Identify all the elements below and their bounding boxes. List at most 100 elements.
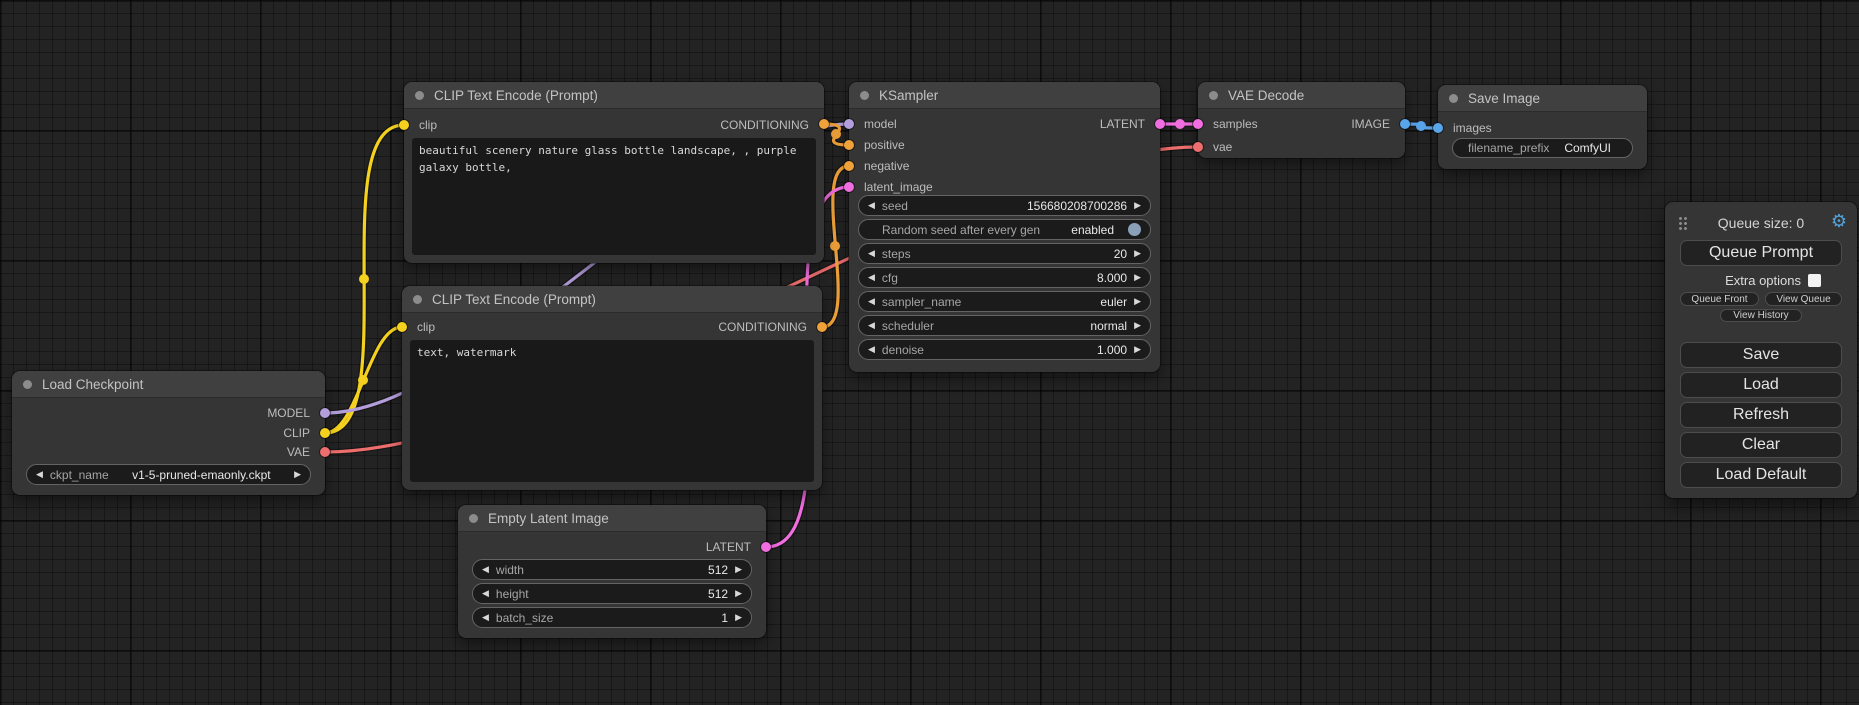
load-default-button[interactable]: Load Default (1680, 462, 1842, 488)
input-port-latent-image[interactable] (844, 182, 854, 192)
increment-arrow-icon[interactable]: ▶ (1134, 345, 1141, 354)
output-label-vae: VAE (287, 446, 310, 458)
positive-prompt-textarea[interactable]: beautiful scenery nature glass bottle la… (412, 138, 816, 255)
settings-gear-icon[interactable]: ⚙ (1831, 211, 1847, 231)
input-port-samples[interactable] (1193, 119, 1203, 129)
node-title: CLIP Text Encode (Prompt) (432, 292, 596, 307)
increment-arrow-icon[interactable]: ▶ (1134, 297, 1141, 306)
output-label-image: IMAGE (1351, 118, 1390, 130)
input-port-model[interactable] (844, 119, 854, 129)
node-clip-text-encode-negative: CLIP Text Encode (Prompt) clip CONDITION… (402, 286, 822, 490)
output-port-clip[interactable] (320, 428, 330, 438)
output-port-vae[interactable] (320, 447, 330, 457)
input-port-negative[interactable] (844, 161, 854, 171)
decrement-arrow-icon[interactable]: ◀ (868, 345, 875, 354)
widget-sampler-name[interactable]: ◀ sampler_name euler ▶ (858, 291, 1151, 312)
node-titlebar[interactable]: VAE Decode (1198, 82, 1405, 109)
collapse-dot-icon[interactable] (1209, 91, 1218, 100)
widget-filename-prefix[interactable]: filename_prefix ComfyUI (1452, 138, 1633, 158)
collapse-dot-icon[interactable] (469, 514, 478, 523)
view-history-button[interactable]: View History (1720, 309, 1802, 322)
node-titlebar[interactable]: Empty Latent Image (458, 505, 766, 532)
node-empty-latent-image: Empty Latent Image LATENT ◀ width 512 ▶ … (458, 505, 766, 638)
decrement-arrow-icon[interactable]: ◀ (868, 249, 875, 258)
node-title: Load Checkpoint (42, 377, 143, 392)
refresh-button[interactable]: Refresh (1680, 402, 1842, 428)
widget-steps[interactable]: ◀ steps 20 ▶ (858, 243, 1151, 264)
widget-width[interactable]: ◀ width 512 ▶ (472, 559, 752, 580)
increment-arrow-icon[interactable]: ▶ (735, 565, 742, 574)
decrement-arrow-icon[interactable]: ◀ (482, 565, 489, 574)
input-label-samples: samples (1213, 118, 1258, 130)
node-title: VAE Decode (1228, 88, 1304, 103)
output-port-conditioning[interactable] (817, 322, 827, 332)
input-port-vae[interactable] (1193, 142, 1203, 152)
output-port-conditioning[interactable] (819, 119, 829, 129)
node-title: KSampler (879, 88, 938, 103)
widget-denoise[interactable]: ◀ denoise 1.000 ▶ (858, 339, 1151, 360)
output-label-clip: CLIP (283, 427, 310, 439)
extra-options-checkbox[interactable] (1808, 274, 1821, 287)
decrement-arrow-icon[interactable]: ◀ (36, 470, 43, 479)
widget-random-seed-toggle[interactable]: Random seed after every gen enabled (858, 219, 1151, 240)
input-port-images[interactable] (1433, 123, 1443, 133)
input-label-clip: clip (417, 321, 435, 333)
save-button[interactable]: Save (1680, 342, 1842, 368)
widget-scheduler[interactable]: ◀ scheduler normal ▶ (858, 315, 1151, 336)
decrement-arrow-icon[interactable]: ◀ (868, 297, 875, 306)
collapse-dot-icon[interactable] (415, 91, 424, 100)
widget-batch-size[interactable]: ◀ batch_size 1 ▶ (472, 607, 752, 628)
node-save-image: Save Image images filename_prefix ComfyU… (1438, 85, 1647, 169)
widget-cfg[interactable]: ◀ cfg 8.000 ▶ (858, 267, 1151, 288)
queue-menu-panel: Queue size: 0 ⚙ Queue Prompt Extra optio… (1665, 202, 1857, 498)
node-titlebar[interactable]: Load Checkpoint (12, 371, 325, 398)
node-ksampler: KSampler model positive negative latent_… (849, 82, 1160, 372)
increment-arrow-icon[interactable]: ▶ (735, 613, 742, 622)
increment-arrow-icon[interactable]: ▶ (1134, 201, 1141, 210)
increment-arrow-icon[interactable]: ▶ (735, 589, 742, 598)
output-port-model[interactable] (320, 408, 330, 418)
input-port-clip[interactable] (399, 120, 409, 130)
collapse-dot-icon[interactable] (23, 380, 32, 389)
widget-seed[interactable]: ◀ seed 156680208700286 ▶ (858, 195, 1151, 216)
graph-canvas[interactable]: Load Checkpoint MODEL CLIP VAE ◀ ckpt_na… (0, 0, 1859, 705)
node-titlebar[interactable]: CLIP Text Encode (Prompt) (404, 82, 824, 109)
queue-front-button[interactable]: Queue Front (1680, 292, 1759, 306)
output-port-latent[interactable] (761, 542, 771, 552)
collapse-dot-icon[interactable] (413, 295, 422, 304)
increment-arrow-icon[interactable]: ▶ (1134, 273, 1141, 282)
decrement-arrow-icon[interactable]: ◀ (868, 321, 875, 330)
decrement-arrow-icon[interactable]: ◀ (868, 201, 875, 210)
load-button[interactable]: Load (1680, 372, 1842, 398)
increment-arrow-icon[interactable]: ▶ (294, 470, 301, 479)
output-label-latent: LATENT (1100, 118, 1145, 130)
node-load-checkpoint: Load Checkpoint MODEL CLIP VAE ◀ ckpt_na… (12, 371, 325, 495)
input-port-positive[interactable] (844, 140, 854, 150)
widget-height[interactable]: ◀ height 512 ▶ (472, 583, 752, 604)
input-label-latent-image: latent_image (864, 181, 933, 193)
input-port-clip[interactable] (397, 322, 407, 332)
clear-button[interactable]: Clear (1680, 432, 1842, 458)
queue-prompt-button[interactable]: Queue Prompt (1680, 240, 1842, 266)
output-port-latent[interactable] (1155, 119, 1165, 129)
increment-arrow-icon[interactable]: ▶ (1134, 321, 1141, 330)
queue-size-label: Queue size: 0 (1665, 215, 1857, 231)
node-titlebar[interactable]: KSampler (849, 82, 1160, 109)
node-title: CLIP Text Encode (Prompt) (434, 88, 598, 103)
input-label-vae: vae (1213, 141, 1232, 153)
collapse-dot-icon[interactable] (860, 91, 869, 100)
increment-arrow-icon[interactable]: ▶ (1134, 249, 1141, 258)
decrement-arrow-icon[interactable]: ◀ (868, 273, 875, 282)
decrement-arrow-icon[interactable]: ◀ (482, 613, 489, 622)
node-vae-decode: VAE Decode samples vae IMAGE (1198, 82, 1405, 158)
widget-ckpt-name[interactable]: ◀ ckpt_name v1-5-pruned-emaonly.ckpt ▶ (26, 464, 311, 485)
output-port-image[interactable] (1400, 119, 1410, 129)
collapse-dot-icon[interactable] (1449, 94, 1458, 103)
node-titlebar[interactable]: CLIP Text Encode (Prompt) (402, 286, 822, 313)
output-label-conditioning: CONDITIONING (718, 321, 807, 333)
node-titlebar[interactable]: Save Image (1438, 85, 1647, 112)
negative-prompt-textarea[interactable]: text, watermark (410, 340, 814, 482)
view-queue-button[interactable]: View Queue (1765, 292, 1842, 306)
decrement-arrow-icon[interactable]: ◀ (482, 589, 489, 598)
toggle-knob-icon[interactable] (1128, 223, 1141, 236)
